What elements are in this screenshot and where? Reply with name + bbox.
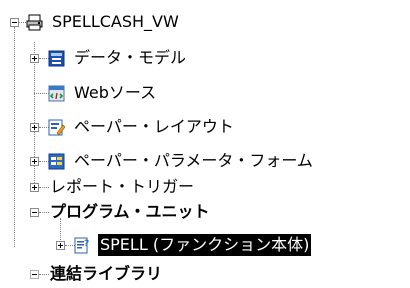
web-source-icon: [48, 85, 65, 102]
expand-toggle-attached-libraries[interactable]: [30, 270, 39, 279]
tree-node-label: プログラム・ユニット: [50, 202, 210, 221]
object-navigator-tree: SPELLCASH_VW データ・モデル Webソース ペーパー・レイアウト ペ…: [0, 0, 410, 286]
paper-layout-icon: [48, 119, 66, 136]
tree-node-attached-libraries[interactable]: 連結ライブラリ: [48, 260, 164, 288]
tree-node-root[interactable]: SPELLCASH_VW: [26, 8, 181, 36]
tree-node-data-model[interactable]: データ・モデル: [48, 44, 188, 72]
expand-toggle-report-triggers[interactable]: [30, 183, 39, 192]
svg-text:?: ?: [84, 239, 89, 249]
tree-node-parameter-form[interactable]: ペーパー・パラメータ・フォーム: [48, 147, 315, 175]
expand-toggle-spell-function[interactable]: [56, 241, 65, 250]
tree-node-program-units[interactable]: プログラム・ユニット: [48, 198, 212, 226]
parameter-form-icon: [48, 153, 65, 170]
tree-node-spell-function[interactable]: ? SPELL (ファンクション本体): [74, 231, 312, 259]
expand-toggle-parameter-form[interactable]: [30, 157, 39, 166]
tree-node-paper-layout[interactable]: ペーパー・レイアウト: [48, 113, 236, 141]
tree-node-label: レポート・トリガー: [50, 177, 195, 196]
expand-toggle-paper-layout[interactable]: [30, 123, 39, 132]
tree-connector-line: [34, 93, 49, 94]
expand-toggle-data-model[interactable]: [30, 54, 39, 63]
tree-connector-line: [14, 27, 15, 247]
tree-node-report-triggers[interactable]: レポート・トリガー: [48, 173, 196, 201]
tree-node-label: ペーパー・パラメータ・フォーム: [74, 151, 313, 170]
function-icon: ?: [74, 237, 91, 254]
tree-node-label: SPELL (ファンクション本体): [98, 234, 312, 256]
tree-node-label: SPELLCASH_VW: [52, 12, 179, 31]
tree-node-label: 連結ライブラリ: [50, 264, 163, 283]
collapse-toggle-root[interactable]: [10, 18, 19, 27]
collapse-toggle-program-units[interactable]: [30, 208, 39, 217]
tree-node-label: Webソース: [74, 83, 157, 102]
printer-icon: [26, 14, 43, 31]
tree-node-web-source[interactable]: Webソース: [48, 79, 158, 107]
data-model-icon: [48, 50, 65, 67]
tree-node-label: データ・モデル: [74, 48, 187, 67]
tree-node-label: ペーパー・レイアウト: [74, 117, 234, 136]
